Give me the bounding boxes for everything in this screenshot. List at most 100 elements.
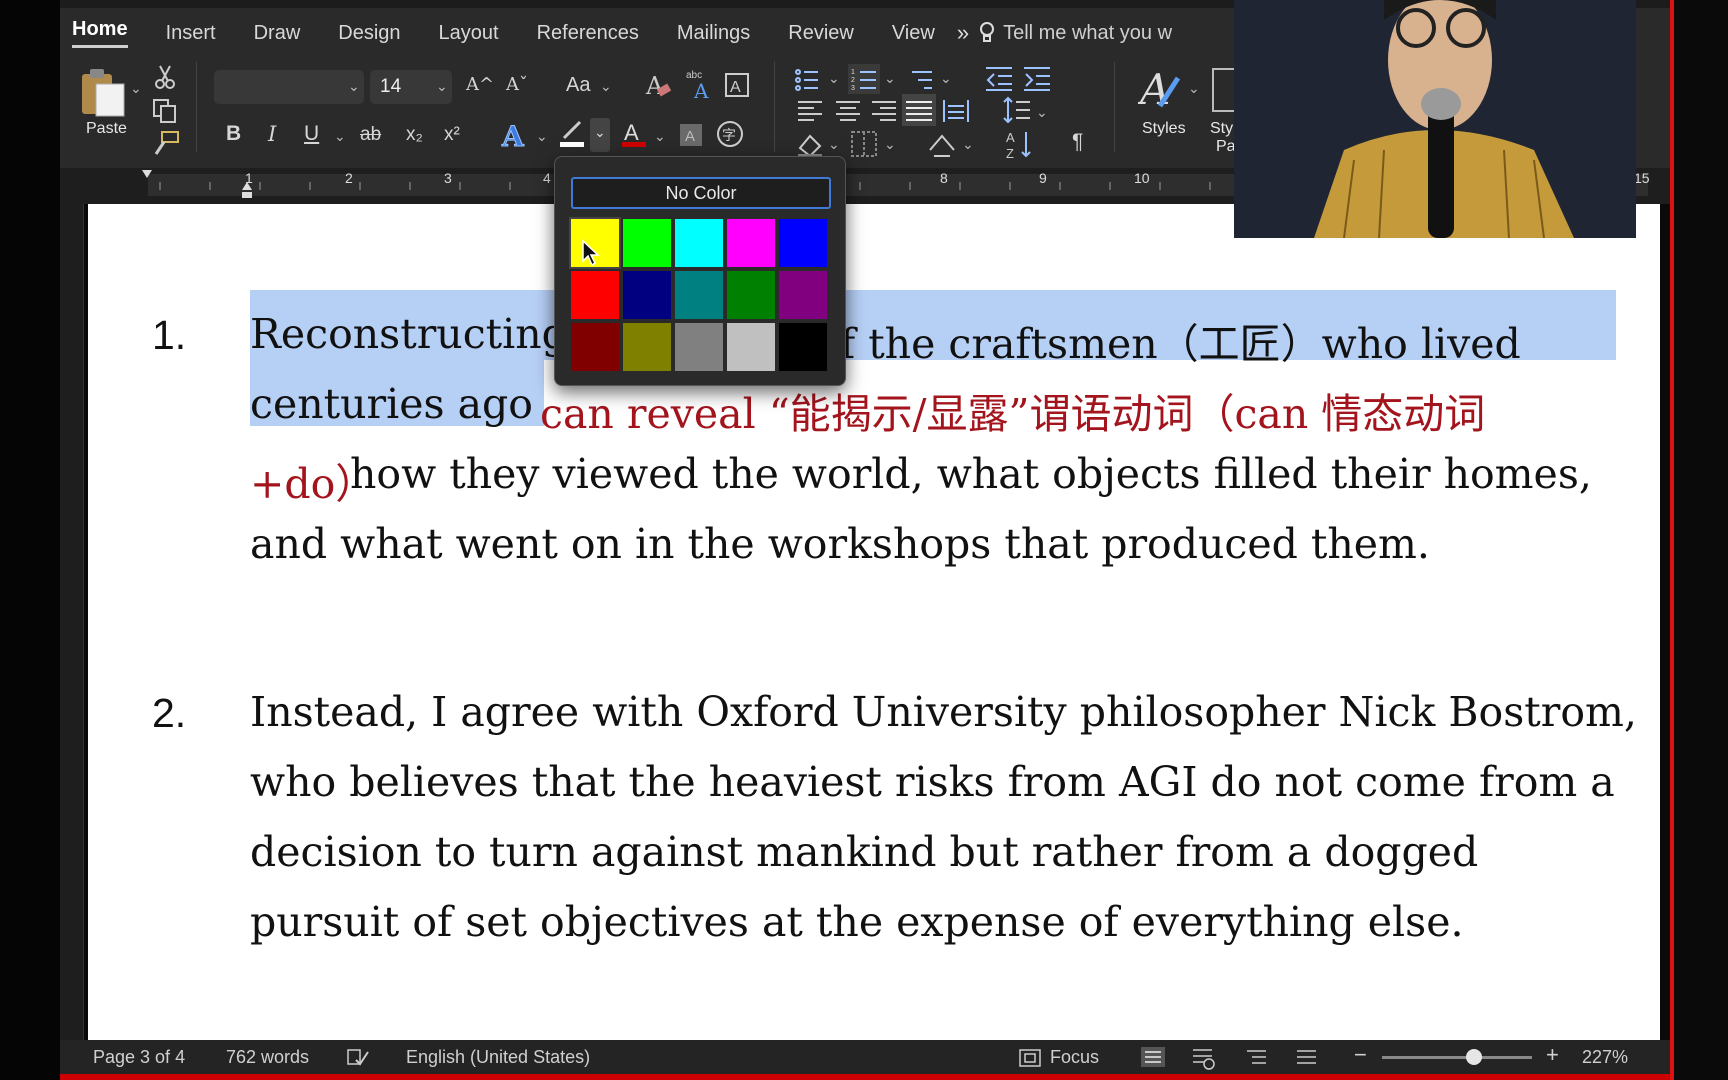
paste-dropdown-icon[interactable]: ⌄ xyxy=(130,80,142,97)
tell-me-search[interactable]: Tell me what you w xyxy=(979,21,1172,45)
line-spacing-icon[interactable] xyxy=(1002,96,1032,126)
page-count[interactable]: Page 3 of 4 xyxy=(93,1047,185,1068)
shading-dropdown-icon[interactable]: ⌄ xyxy=(828,136,840,153)
font-color-icon[interactable]: A xyxy=(620,118,650,150)
language-indicator[interactable]: English (United States) xyxy=(406,1047,590,1068)
align-right-icon[interactable] xyxy=(870,98,898,124)
borders-dropdown-icon[interactable]: ⌄ xyxy=(884,136,896,153)
text-effects-icon[interactable]: A xyxy=(500,120,528,150)
paste-button[interactable]: Paste xyxy=(78,66,138,140)
change-case-dropdown-icon[interactable]: ⌄ xyxy=(600,78,612,95)
more-tabs-icon[interactable]: » xyxy=(957,20,969,46)
enclose-characters-icon[interactable]: 字 xyxy=(716,120,746,150)
tab-view[interactable]: View xyxy=(892,22,935,45)
color-swatch[interactable] xyxy=(623,219,671,267)
numbering-dropdown-icon[interactable]: ⌄ xyxy=(884,70,896,87)
color-swatch[interactable] xyxy=(727,323,775,371)
color-swatch[interactable] xyxy=(675,323,723,371)
align-center-icon[interactable] xyxy=(834,98,862,124)
color-swatch[interactable] xyxy=(779,219,827,267)
asian-layout-dropdown-icon[interactable]: ⌄ xyxy=(962,136,974,153)
font-color-dropdown-icon[interactable]: ⌄ xyxy=(654,128,666,145)
highlight-color-icon[interactable] xyxy=(558,118,588,150)
borders-icon[interactable] xyxy=(850,130,878,158)
tab-draw[interactable]: Draw xyxy=(254,22,301,45)
styles-dropdown-icon[interactable]: ⌄ xyxy=(1188,80,1200,97)
proofing-icon[interactable] xyxy=(346,1048,370,1068)
justify-icon[interactable] xyxy=(902,94,938,126)
draft-view-icon[interactable] xyxy=(1294,1048,1320,1068)
styles-pane-label-1[interactable]: Sty xyxy=(1210,120,1233,138)
focus-icon[interactable] xyxy=(1018,1048,1042,1068)
underline-dropdown-icon[interactable]: ⌄ xyxy=(334,128,346,145)
color-swatch[interactable] xyxy=(571,323,619,371)
styles-pane-icon[interactable] xyxy=(1212,68,1236,112)
tab-layout[interactable]: Layout xyxy=(439,22,499,45)
change-case-button[interactable]: Aa xyxy=(566,74,590,97)
font-name-field[interactable] xyxy=(214,70,364,104)
color-swatch[interactable] xyxy=(623,323,671,371)
line-spacing-dropdown-icon[interactable]: ⌄ xyxy=(1036,104,1048,121)
italic-button[interactable]: I xyxy=(268,122,276,146)
word-count[interactable]: 762 words xyxy=(226,1047,309,1068)
color-swatch[interactable] xyxy=(727,271,775,319)
tab-design[interactable]: Design xyxy=(338,22,400,45)
color-swatch[interactable] xyxy=(779,323,827,371)
font-size-dropdown-icon[interactable]: ⌄ xyxy=(436,78,448,95)
copy-icon[interactable] xyxy=(152,98,178,124)
highlight-dropdown-button[interactable]: ⌄ xyxy=(590,118,610,152)
superscript-button[interactable]: x² xyxy=(444,124,460,146)
align-left-icon[interactable] xyxy=(796,98,824,124)
color-swatch[interactable] xyxy=(779,271,827,319)
color-swatch[interactable] xyxy=(727,219,775,267)
bold-button[interactable]: B xyxy=(226,122,241,146)
color-swatch[interactable] xyxy=(623,271,671,319)
underline-button[interactable]: U xyxy=(304,122,319,146)
tab-mailings[interactable]: Mailings xyxy=(677,22,750,45)
tab-insert[interactable]: Insert xyxy=(166,22,216,45)
zoom-slider-thumb[interactable] xyxy=(1466,1049,1482,1065)
phonetic-guide-icon[interactable]: abcA xyxy=(684,68,720,102)
strikethrough-button[interactable]: ab xyxy=(360,124,381,146)
zoom-slider[interactable] xyxy=(1382,1056,1532,1059)
print-layout-view-icon[interactable] xyxy=(1140,1046,1166,1068)
character-border-icon[interactable]: A xyxy=(724,72,752,100)
tab-references[interactable]: References xyxy=(537,22,639,45)
tab-home[interactable]: Home xyxy=(72,18,128,48)
color-swatch[interactable] xyxy=(571,271,619,319)
character-shading-icon[interactable]: A xyxy=(678,122,704,148)
font-name-dropdown-icon[interactable]: ⌄ xyxy=(348,78,360,95)
multilevel-dropdown-icon[interactable]: ⌄ xyxy=(940,70,952,87)
multilevel-list-icon[interactable] xyxy=(906,64,936,94)
cut-icon[interactable] xyxy=(154,64,176,90)
tab-review[interactable]: Review xyxy=(788,22,854,45)
outline-view-icon[interactable] xyxy=(1244,1048,1270,1068)
document-page[interactable]: 1. Reconstructing f the craftsmen（工匠）who… xyxy=(88,204,1660,1040)
grow-font-button[interactable]: A^ xyxy=(466,74,494,95)
color-swatch[interactable] xyxy=(675,271,723,319)
asian-layout-icon[interactable] xyxy=(928,130,958,158)
styles-icon[interactable]: A xyxy=(1138,66,1184,112)
increase-indent-icon[interactable] xyxy=(1022,64,1052,94)
text-effects-dropdown-icon[interactable]: ⌄ xyxy=(536,128,548,145)
no-color-button[interactable]: No Color xyxy=(571,177,831,209)
styles-label[interactable]: Styles xyxy=(1142,120,1186,138)
clear-formatting-icon[interactable]: A xyxy=(644,70,674,100)
focus-button[interactable]: Focus xyxy=(1050,1047,1099,1068)
zoom-out-button[interactable]: − xyxy=(1354,1042,1367,1068)
shrink-font-button[interactable]: Aˇ xyxy=(506,74,528,95)
subscript-button[interactable]: x₂ xyxy=(406,124,423,146)
zoom-level[interactable]: 227% xyxy=(1582,1047,1628,1068)
sort-icon[interactable]: AZ xyxy=(1004,128,1034,160)
bullets-dropdown-icon[interactable]: ⌄ xyxy=(828,70,840,87)
web-layout-view-icon[interactable] xyxy=(1190,1046,1216,1070)
distributed-icon[interactable] xyxy=(942,98,970,124)
styles-pane-label-2[interactable]: Pa xyxy=(1216,138,1236,156)
shading-icon[interactable] xyxy=(796,130,824,158)
show-formatting-button[interactable]: ¶ xyxy=(1072,130,1083,154)
decrease-indent-icon[interactable] xyxy=(984,64,1014,94)
format-painter-icon[interactable] xyxy=(152,130,180,156)
color-swatch[interactable] xyxy=(675,219,723,267)
numbering-icon[interactable]: 123 xyxy=(848,64,882,94)
zoom-in-button[interactable]: + xyxy=(1546,1042,1559,1068)
